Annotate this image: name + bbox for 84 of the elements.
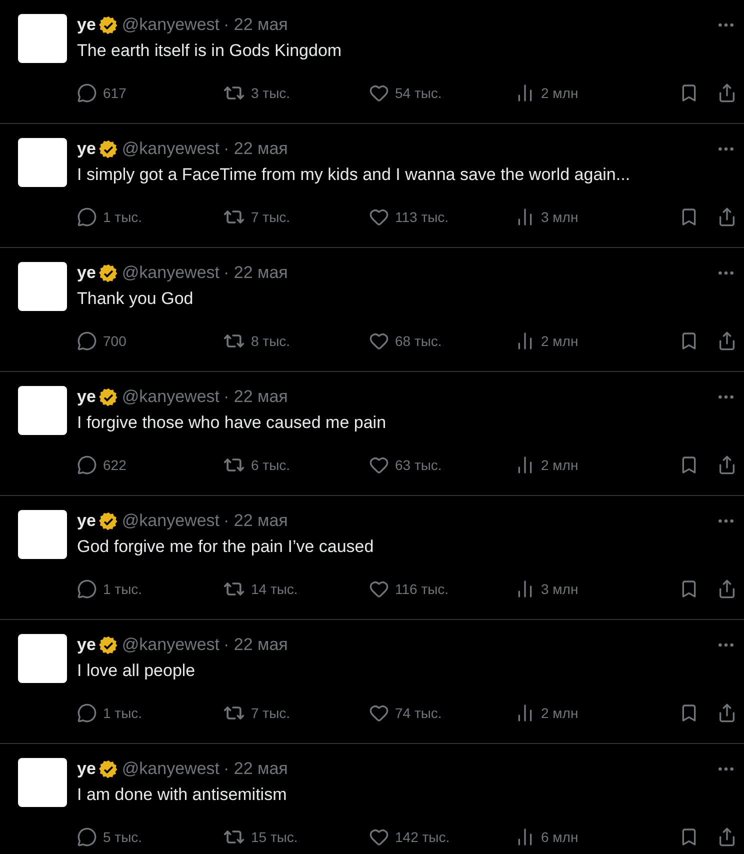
post-date[interactable]: · 22 мая: [224, 635, 288, 655]
author-name[interactable]: ye: [77, 759, 96, 779]
reply-button[interactable]: 1 тыс.: [77, 703, 223, 723]
post-text: I love all people: [77, 660, 196, 682]
heart-icon: [369, 83, 389, 103]
like-button[interactable]: 142 тыс.: [369, 827, 515, 847]
heart-icon: [369, 579, 389, 599]
views-button[interactable]: 6 млн: [515, 827, 661, 847]
post-date[interactable]: · 22 мая: [224, 263, 288, 283]
author-handle[interactable]: @kanyewest: [122, 387, 220, 407]
author-name[interactable]: ye: [77, 263, 96, 283]
verified-badge-icon: [98, 16, 118, 34]
share-icon[interactable]: [717, 579, 737, 599]
post-text: The earth itself is in Gods Kingdom: [77, 40, 343, 62]
reply-button[interactable]: 617: [77, 83, 223, 103]
post-text: I simply got a FaceTime from my kids and I wanna save the world again...: [77, 164, 632, 186]
share-icon[interactable]: [717, 455, 737, 475]
share-icon[interactable]: [717, 827, 737, 847]
verified-badge-icon: [98, 140, 118, 158]
author-handle[interactable]: @kanyewest: [122, 635, 220, 655]
author-name[interactable]: ye: [77, 511, 96, 531]
speech-bubble-icon: [77, 827, 97, 847]
verified-badge-icon: [98, 760, 118, 778]
like-button[interactable]: 74 тыс.: [369, 703, 515, 723]
author-handle[interactable]: @kanyewest: [122, 511, 220, 531]
repost-button[interactable]: 15 тыс.: [223, 826, 369, 848]
like-button[interactable]: 113 тыс.: [369, 207, 515, 227]
author-name[interactable]: ye: [77, 635, 96, 655]
post-date[interactable]: · 22 мая: [224, 759, 288, 779]
verified-badge-icon: [98, 264, 118, 282]
share-icon[interactable]: [717, 703, 737, 723]
verified-badge-icon: [98, 512, 118, 530]
post-text: Thank you God: [77, 288, 194, 310]
share-icon[interactable]: [717, 331, 737, 351]
speech-bubble-icon: [77, 579, 97, 599]
heart-icon: [369, 703, 389, 723]
speech-bubble-icon: [77, 455, 97, 475]
repost-button[interactable]: 7 тыс.: [223, 702, 369, 724]
like-button[interactable]: 116 тыс.: [369, 579, 515, 599]
speech-bubble-icon: [77, 83, 97, 103]
author-name[interactable]: ye: [77, 15, 96, 35]
author-handle[interactable]: @kanyewest: [122, 263, 220, 283]
views-button[interactable]: 2 млн: [515, 703, 661, 723]
like-button[interactable]: 63 тыс.: [369, 455, 515, 475]
repost-button[interactable]: 6 тыс.: [223, 454, 369, 476]
author-handle[interactable]: @kanyewest: [122, 139, 220, 159]
verified-badge-icon: [98, 636, 118, 654]
author-handle[interactable]: @kanyewest: [122, 759, 220, 779]
post-date[interactable]: · 22 мая: [224, 15, 288, 35]
post-date[interactable]: · 22 мая: [224, 511, 288, 531]
repost-button[interactable]: 3 тыс.: [223, 82, 369, 104]
heart-icon: [369, 827, 389, 847]
reply-button[interactable]: 5 тыс.: [77, 827, 223, 847]
views-button[interactable]: 3 млн: [515, 579, 661, 599]
author-handle[interactable]: @kanyewest: [122, 15, 220, 35]
reply-button[interactable]: 1 тыс.: [77, 207, 223, 227]
reply-button[interactable]: 1 тыс.: [77, 579, 223, 599]
post-text: I forgive those who have caused me pain: [77, 412, 388, 434]
reply-button[interactable]: 700: [77, 331, 223, 351]
speech-bubble-icon: [77, 207, 97, 227]
reply-button[interactable]: 622: [77, 455, 223, 475]
heart-icon: [369, 331, 389, 351]
repost-button[interactable]: 8 тыс.: [223, 330, 369, 352]
post-date[interactable]: · 22 мая: [224, 387, 288, 407]
views-button[interactable]: 2 млн: [515, 83, 661, 103]
speech-bubble-icon: [77, 703, 97, 723]
speech-bubble-icon: [77, 331, 97, 351]
post-text: God forgive me for the pain I’ve caused: [77, 536, 375, 558]
repost-button[interactable]: 7 тыс.: [223, 206, 369, 228]
views-button[interactable]: 2 млн: [515, 331, 661, 351]
verified-badge-icon: [98, 388, 118, 406]
share-icon[interactable]: [717, 207, 737, 227]
heart-icon: [369, 455, 389, 475]
author-name[interactable]: ye: [77, 387, 96, 407]
heart-icon: [369, 207, 389, 227]
views-button[interactable]: 2 млн: [515, 455, 661, 475]
views-button[interactable]: 3 млн: [515, 207, 661, 227]
post-text: I am done with antisemitism: [77, 784, 288, 806]
like-button[interactable]: 54 тыс.: [369, 83, 515, 103]
like-button[interactable]: 68 тыс.: [369, 331, 515, 351]
author-name[interactable]: ye: [77, 139, 96, 159]
share-icon[interactable]: [717, 83, 737, 103]
repost-button[interactable]: 14 тыс.: [223, 578, 369, 600]
post-date[interactable]: · 22 мая: [224, 139, 288, 159]
